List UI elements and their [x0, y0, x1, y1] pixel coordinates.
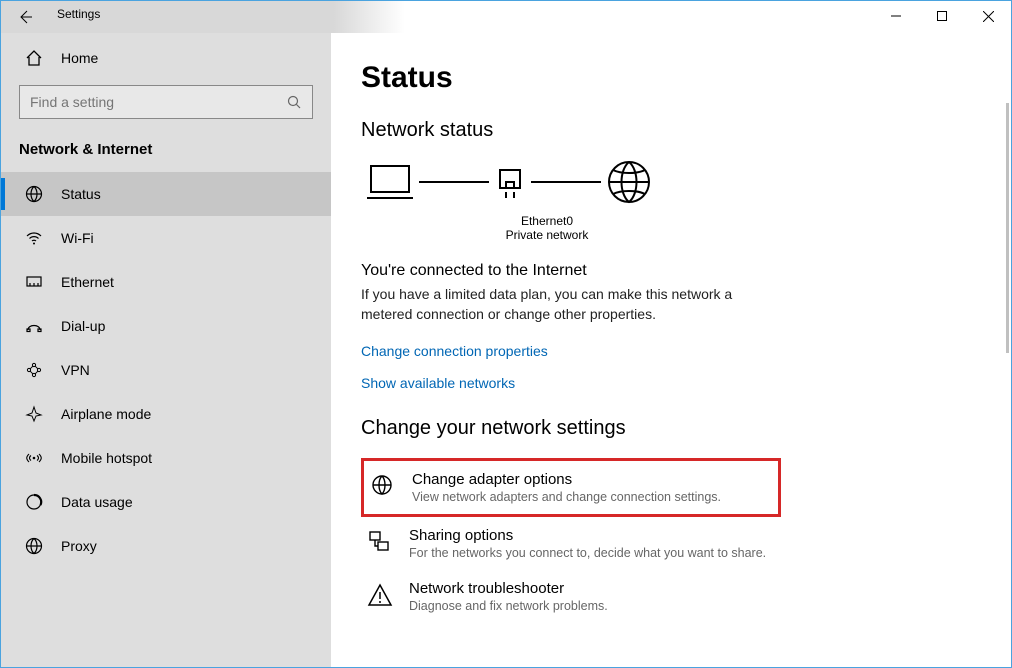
search-box[interactable] [19, 85, 313, 119]
change-settings-heading: Change your network settings [361, 417, 981, 440]
connection-line [531, 181, 601, 183]
sidebar-item-dialup[interactable]: Dial-up [1, 304, 331, 348]
window-title: Settings [49, 1, 100, 21]
network-type: Private network [473, 228, 621, 242]
adapter-name: Ethernet0 [473, 214, 621, 228]
network-diagram [365, 158, 981, 206]
home-nav[interactable]: Home [1, 41, 331, 75]
sidebar-item-status[interactable]: Status [1, 172, 331, 216]
network-troubleshooter-row[interactable]: Network troubleshooter Diagnose and fix … [361, 570, 981, 623]
sidebar-item-label: Ethernet [61, 274, 114, 290]
dialup-icon [25, 317, 43, 335]
diagram-labels: Ethernet0 Private network [473, 214, 621, 242]
window-titlebar: Settings [1, 1, 1011, 33]
sidebar-item-hotspot[interactable]: Mobile hotspot [1, 436, 331, 480]
change-connection-properties-link[interactable]: Change connection properties [361, 343, 981, 359]
back-button[interactable] [1, 1, 49, 33]
airplane-icon [25, 405, 43, 423]
sidebar-item-airplane[interactable]: Airplane mode [1, 392, 331, 436]
option-title: Change adapter options [412, 471, 721, 488]
warning-icon [367, 582, 393, 608]
connected-heading: You're connected to the Internet [361, 262, 981, 280]
proxy-icon [25, 537, 43, 555]
sidebar-item-label: Dial-up [61, 318, 105, 334]
sidebar-item-label: Wi-Fi [61, 230, 94, 246]
option-desc: View network adapters and change connect… [412, 490, 721, 504]
close-button[interactable] [965, 1, 1011, 31]
sidebar-item-label: VPN [61, 362, 90, 378]
network-status-heading: Network status [361, 119, 981, 142]
sidebar-item-wifi[interactable]: Wi-Fi [1, 216, 331, 260]
minimize-button[interactable] [873, 1, 919, 31]
option-title: Sharing options [409, 527, 766, 544]
show-available-networks-link[interactable]: Show available networks [361, 375, 981, 391]
wifi-icon [25, 229, 43, 247]
sidebar-section-title: Network & Internet [1, 131, 331, 172]
sidebar-item-label: Data usage [61, 494, 133, 510]
main-content: Status Network status Ethernet0 Private … [331, 33, 1011, 667]
vpn-icon [25, 361, 43, 379]
connected-body: If you have a limited data plan, you can… [361, 284, 781, 325]
home-label: Home [61, 50, 98, 66]
sidebar-item-label: Mobile hotspot [61, 450, 152, 466]
sharing-icon [367, 529, 393, 555]
sidebar-item-vpn[interactable]: VPN [1, 348, 331, 392]
sharing-options-row[interactable]: Sharing options For the networks you con… [361, 517, 981, 570]
maximize-button[interactable] [919, 1, 965, 31]
option-desc: For the networks you connect to, decide … [409, 546, 766, 560]
page-title: Status [361, 61, 981, 95]
option-title: Network troubleshooter [409, 580, 608, 597]
sidebar-item-proxy[interactable]: Proxy [1, 524, 331, 568]
sidebar-item-label: Status [61, 186, 101, 202]
connection-line [419, 181, 489, 183]
sidebar-item-label: Proxy [61, 538, 97, 554]
globe-icon [25, 185, 43, 203]
home-icon [25, 49, 43, 67]
adapter-globe-icon [370, 473, 396, 499]
sidebar-item-datausage[interactable]: Data usage [1, 480, 331, 524]
search-input[interactable] [20, 94, 276, 110]
option-desc: Diagnose and fix network problems. [409, 599, 608, 613]
sidebar-item-label: Airplane mode [61, 406, 151, 422]
sidebar-item-ethernet[interactable]: Ethernet [1, 260, 331, 304]
search-icon [276, 95, 312, 109]
sidebar: Home Network & Internet Status Wi-Fi E [1, 33, 331, 667]
internet-globe-icon [605, 158, 653, 206]
change-adapter-options-row[interactable]: Change adapter options View network adap… [361, 458, 781, 517]
ethernet-icon [25, 273, 43, 291]
router-icon [493, 160, 527, 204]
computer-icon [365, 160, 415, 204]
datausage-icon [25, 493, 43, 511]
hotspot-icon [25, 449, 43, 467]
